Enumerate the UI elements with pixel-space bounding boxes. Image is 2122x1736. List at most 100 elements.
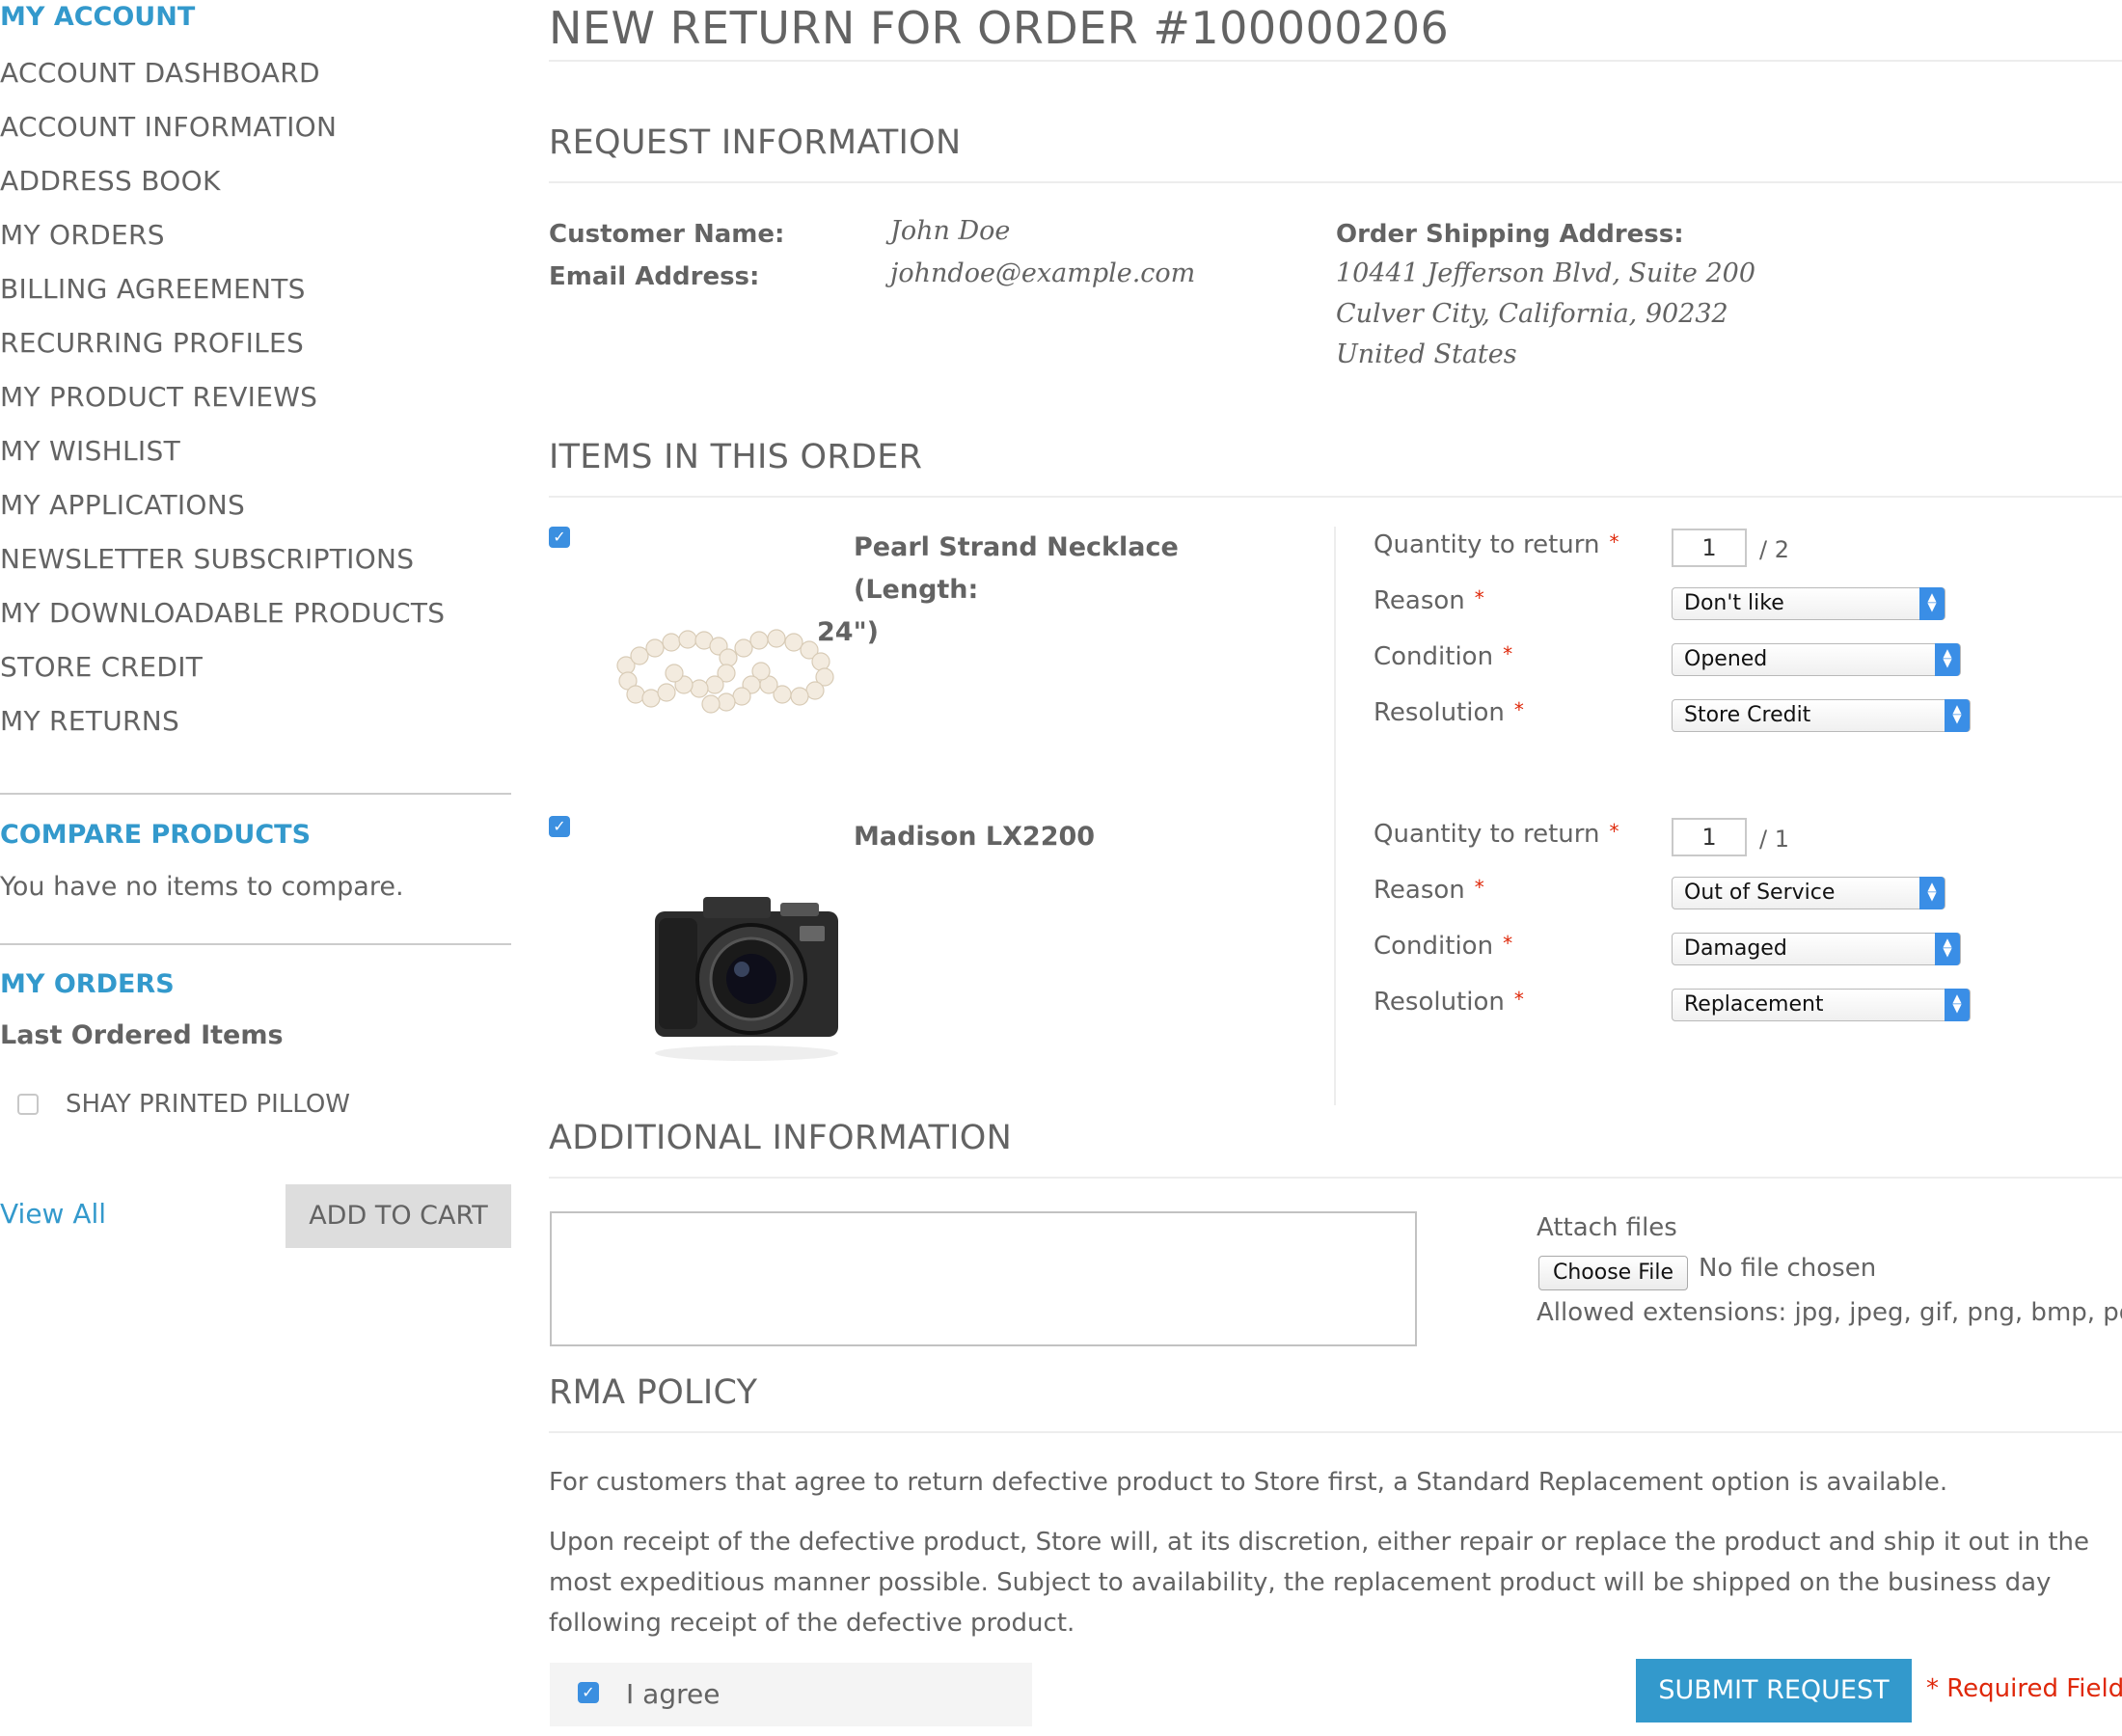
nav-my-applications[interactable]: MY APPLICATIONS	[0, 478, 445, 532]
item-2-checkbox[interactable]: ✓	[549, 816, 570, 837]
items-column-divider	[1334, 527, 1336, 1105]
chevron-updown-icon: ▲ ▼	[1945, 989, 1970, 1021]
request-information-title: REQUEST INFORMATION	[549, 123, 962, 162]
reason-label-text: Reason	[1374, 876, 1465, 905]
divider	[549, 1431, 2122, 1433]
item-1-qty-input[interactable]: 1	[1672, 529, 1747, 567]
divider	[549, 1177, 2122, 1179]
nav-billing-agreements[interactable]: BILLING AGREEMENTS	[0, 262, 445, 316]
attach-files-label: Attach files	[1537, 1213, 1677, 1242]
resolution-label-text: Resolution	[1374, 988, 1505, 1017]
chevron-updown-icon: ▲ ▼	[1935, 643, 1960, 676]
item-1-name-line-1: Pearl Strand Necklace (Length:	[854, 532, 1179, 605]
compare-products-title: COMPARE PRODUCTS	[0, 820, 312, 850]
nav-account-dashboard[interactable]: ACCOUNT DASHBOARD	[0, 46, 445, 100]
nav-store-credit[interactable]: STORE CREDIT	[0, 640, 445, 694]
nav-my-downloadable-products[interactable]: MY DOWNLOADABLE PRODUCTS	[0, 586, 445, 640]
required-asterisk: *	[1503, 642, 1513, 665]
required-fields-note: * Required Fields	[1926, 1674, 2122, 1703]
nav-my-orders[interactable]: MY ORDERS	[0, 208, 445, 262]
divider	[549, 60, 2122, 62]
item-2-condition-select[interactable]: Damaged ▲ ▼	[1672, 933, 1961, 965]
condition-value: Damaged	[1684, 936, 1787, 961]
item-2-resolution-label: Resolution *	[1374, 988, 1524, 1017]
qty-label-text: Quantity to return	[1374, 820, 1600, 849]
item-2-qty-input[interactable]: 1	[1672, 818, 1747, 856]
item-2-name-line-1: Madison LX2200	[854, 822, 1096, 852]
resolution-value: Store Credit	[1684, 703, 1811, 727]
item-1-qty-label: Quantity to return *	[1374, 530, 1619, 559]
agree-checkbox[interactable]: ✓	[578, 1682, 599, 1703]
divider	[0, 793, 511, 795]
account-nav: ACCOUNT DASHBOARD ACCOUNT INFORMATION AD…	[0, 46, 445, 748]
last-ordered-items-heading: Last Ordered Items	[0, 1020, 284, 1050]
condition-value: Opened	[1684, 647, 1768, 671]
item-1-name-line-2: 24")	[817, 617, 879, 647]
address-line-3: United States	[1336, 339, 1517, 369]
reason-value: Out of Service	[1684, 881, 1836, 905]
reason-label-text: Reason	[1374, 586, 1465, 615]
policy-paragraph-2: Upon receipt of the defective product, S…	[549, 1528, 2089, 1638]
camera-image	[645, 868, 848, 1071]
required-asterisk: *	[1474, 586, 1484, 610]
resolution-value: Replacement	[1684, 992, 1824, 1017]
view-all-link[interactable]: View All	[0, 1198, 106, 1230]
email-address-label: Email Address:	[549, 262, 760, 291]
policy-paragraph-1: For customers that agree to return defec…	[549, 1468, 1948, 1497]
rma-policy-title: RMA POLICY	[549, 1373, 758, 1412]
order-shipping-address-label: Order Shipping Address:	[1336, 220, 1684, 249]
item-2-reason-label: Reason *	[1374, 876, 1484, 905]
chevron-updown-icon: ▲ ▼	[1945, 699, 1970, 732]
required-asterisk: *	[1513, 698, 1524, 721]
item-1-resolution-label: Resolution *	[1374, 698, 1524, 727]
required-asterisk: *	[1609, 820, 1619, 843]
resolution-label-text: Resolution	[1374, 698, 1505, 727]
my-orders-title: MY ORDERS	[0, 969, 175, 999]
nav-address-book[interactable]: ADDRESS BOOK	[0, 154, 445, 208]
nav-recurring-profiles[interactable]: RECURRING PROFILES	[0, 316, 445, 370]
item-1-reason-select[interactable]: Don't like ▲ ▼	[1672, 587, 1945, 620]
item-1-condition-label: Condition *	[1374, 642, 1512, 671]
compare-empty-text: You have no items to compare.	[0, 872, 404, 902]
item-1-reason-label: Reason *	[1374, 586, 1484, 615]
item-1-qty-max: / 2	[1759, 536, 1789, 563]
submit-request-button[interactable]: SUBMIT REQUEST	[1636, 1659, 1912, 1722]
required-asterisk: *	[1503, 932, 1513, 955]
add-to-cart-button[interactable]: ADD TO CART	[286, 1184, 511, 1248]
last-ordered-item-checkbox[interactable]	[17, 1094, 39, 1115]
item-2-name: Madison LX2200	[655, 816, 1099, 858]
customer-name-value: John Doe	[890, 216, 1011, 246]
required-asterisk: *	[1609, 530, 1619, 554]
customer-name-label: Customer Name:	[549, 220, 785, 249]
chevron-updown-icon: ▲ ▼	[1919, 587, 1945, 620]
address-line-1: 10441 Jefferson Blvd, Suite 200	[1336, 258, 1756, 288]
agree-container	[550, 1663, 1032, 1726]
last-ordered-item-name: SHAY PRINTED PILLOW	[66, 1090, 350, 1119]
page-title: NEW RETURN FOR ORDER #100000206	[549, 2, 1450, 54]
qty-label-text: Quantity to return	[1374, 530, 1600, 559]
allowed-extensions-text: Allowed extensions: jpg, jpeg, gif, png,…	[1537, 1298, 2122, 1327]
item-2-reason-select[interactable]: Out of Service ▲ ▼	[1672, 877, 1945, 909]
nav-my-returns[interactable]: MY RETURNS	[0, 694, 445, 748]
divider	[549, 496, 2122, 498]
nav-my-product-reviews[interactable]: MY PRODUCT REVIEWS	[0, 370, 445, 424]
item-1-resolution-select[interactable]: Store Credit ▲ ▼	[1672, 699, 1971, 732]
item-2-resolution-select[interactable]: Replacement ▲ ▼	[1672, 989, 1971, 1021]
item-2-condition-label: Condition *	[1374, 932, 1512, 961]
items-in-this-order-title: ITEMS IN THIS ORDER	[549, 438, 923, 476]
additional-info-textarea[interactable]	[550, 1211, 1417, 1346]
chevron-updown-icon: ▲ ▼	[1935, 933, 1960, 965]
item-1-checkbox[interactable]: ✓	[549, 527, 570, 548]
nav-account-information[interactable]: ACCOUNT INFORMATION	[0, 100, 445, 154]
pearl-necklace-image	[607, 588, 857, 733]
nav-my-wishlist[interactable]: MY WISHLIST	[0, 424, 445, 478]
required-asterisk: *	[1513, 988, 1524, 1011]
agree-label: I agree	[626, 1678, 721, 1710]
choose-file-button[interactable]: Choose File	[1538, 1256, 1688, 1290]
item-1-name: Pearl Strand Necklace (Length: 24")	[817, 527, 1297, 654]
item-2-qty-max: / 1	[1759, 826, 1789, 853]
nav-newsletter-subscriptions[interactable]: NEWSLETTER SUBSCRIPTIONS	[0, 532, 445, 586]
required-asterisk: *	[1474, 876, 1484, 899]
item-1-condition-select[interactable]: Opened ▲ ▼	[1672, 643, 1961, 676]
condition-label-text: Condition	[1374, 932, 1494, 961]
